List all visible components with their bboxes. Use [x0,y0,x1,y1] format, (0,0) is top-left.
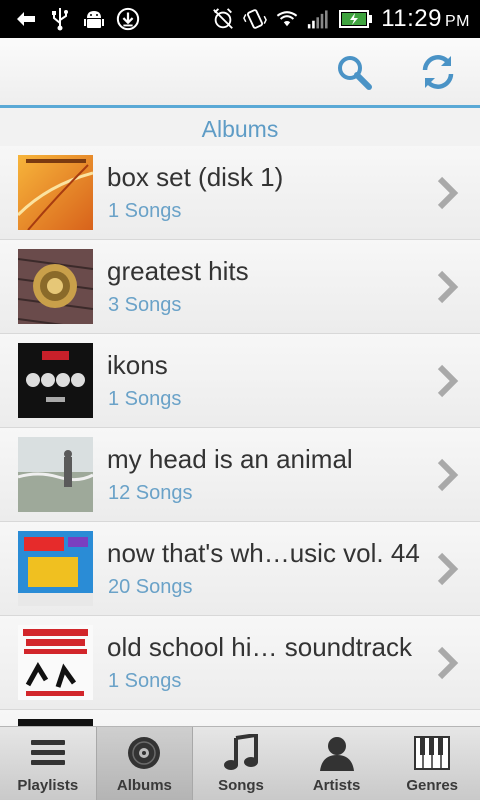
tab-albums[interactable]: Albums [95,727,194,800]
album-title: my head is an animal [107,444,353,474]
album-title: greatest hits [107,256,249,286]
album-song-count: 12 Songs [108,482,193,504]
tab-playlists[interactable]: Playlists [0,727,96,800]
album-song-count: 1 Songs [108,388,182,410]
back-arrow-icon [14,7,38,31]
album-disc-icon [124,733,164,773]
vibrate-icon [243,7,268,31]
tab-songs[interactable]: Songs [193,727,289,800]
refresh-icon [418,52,458,97]
album-art [18,437,93,512]
tab-label: Artists [312,777,361,794]
download-icon [116,7,140,31]
album-art [18,531,93,606]
album-song-count: 1 Songs [108,670,182,692]
album-song-count: 3 Songs [108,294,182,316]
album-art [18,155,93,230]
chevron-right-icon [437,646,459,680]
piano-keys-icon [412,733,452,773]
album-art [18,249,93,324]
android-debug-icon [82,7,106,31]
bottom-tab-bar: Playlists Albums Songs Artists Genres [0,726,480,800]
tab-genres[interactable]: Genres [384,727,480,800]
album-row[interactable]: greatest hits 3 Songs [0,240,480,334]
album-title: old school hi… soundtrack [107,632,412,662]
tab-artists[interactable]: Artists [289,727,385,800]
status-bar: 11:29 PM [0,0,480,38]
album-art [18,625,93,700]
section-title: Albums [201,116,279,142]
album-row[interactable]: my head is an animal 12 Songs [0,428,480,522]
search-button[interactable] [334,54,374,94]
person-icon [317,733,357,773]
clock-ampm: PM [445,13,470,30]
signal-icon [307,7,331,31]
album-row[interactable]: now that's wh…usic vol. 44 20 Songs [0,522,480,616]
album-title: box set (disk 1) [107,162,284,192]
chevron-right-icon [437,552,459,586]
alarm-off-icon [211,7,235,31]
album-row[interactable]: old school hi… soundtrack 1 Songs [0,616,480,710]
tab-label: Albums [116,777,172,794]
album-art [18,343,93,418]
chevron-right-icon [437,458,459,492]
battery-charging-icon [339,7,373,31]
refresh-button[interactable] [418,54,458,94]
album-list: box set (disk 1) 1 Songs greatest hits 3… [0,146,480,726]
tab-label: Genres [406,777,459,794]
usb-icon [48,7,72,31]
tab-label: Songs [218,777,264,794]
clock-time: 11:29 [381,5,442,32]
album-row[interactable]: box set (disk 1) 1 Songs [0,146,480,240]
search-icon [335,53,373,96]
wifi-icon [275,7,299,31]
album-art [18,719,93,726]
album-row-partial[interactable] [0,710,480,726]
tab-label: Playlists [17,777,79,794]
chevron-right-icon [437,364,459,398]
album-song-count: 1 Songs [108,200,182,222]
chevron-right-icon [437,176,459,210]
playlist-icon [28,733,68,773]
clock: 11:29 PM [381,5,470,33]
album-row[interactable]: ikons 1 Songs [0,334,480,428]
album-title: now that's wh…usic vol. 44 [107,538,420,568]
chevron-right-icon [437,270,459,304]
action-bar [0,38,480,108]
music-note-icon [221,733,261,773]
album-song-count: 20 Songs [108,576,193,598]
album-title: ikons [107,350,168,380]
